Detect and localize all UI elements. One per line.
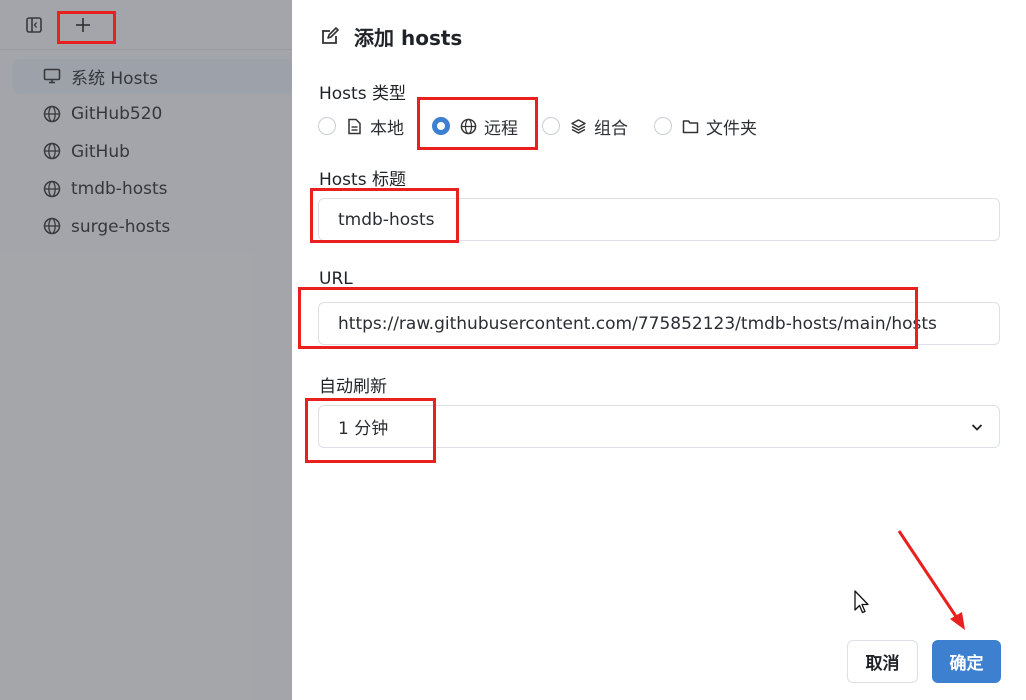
mouse-cursor-icon: [854, 590, 869, 614]
app-window: 系统 Hosts GitHub520 GitHub tmdb-hosts sur…: [0, 0, 1026, 700]
annotation-arrow: [897, 530, 965, 630]
